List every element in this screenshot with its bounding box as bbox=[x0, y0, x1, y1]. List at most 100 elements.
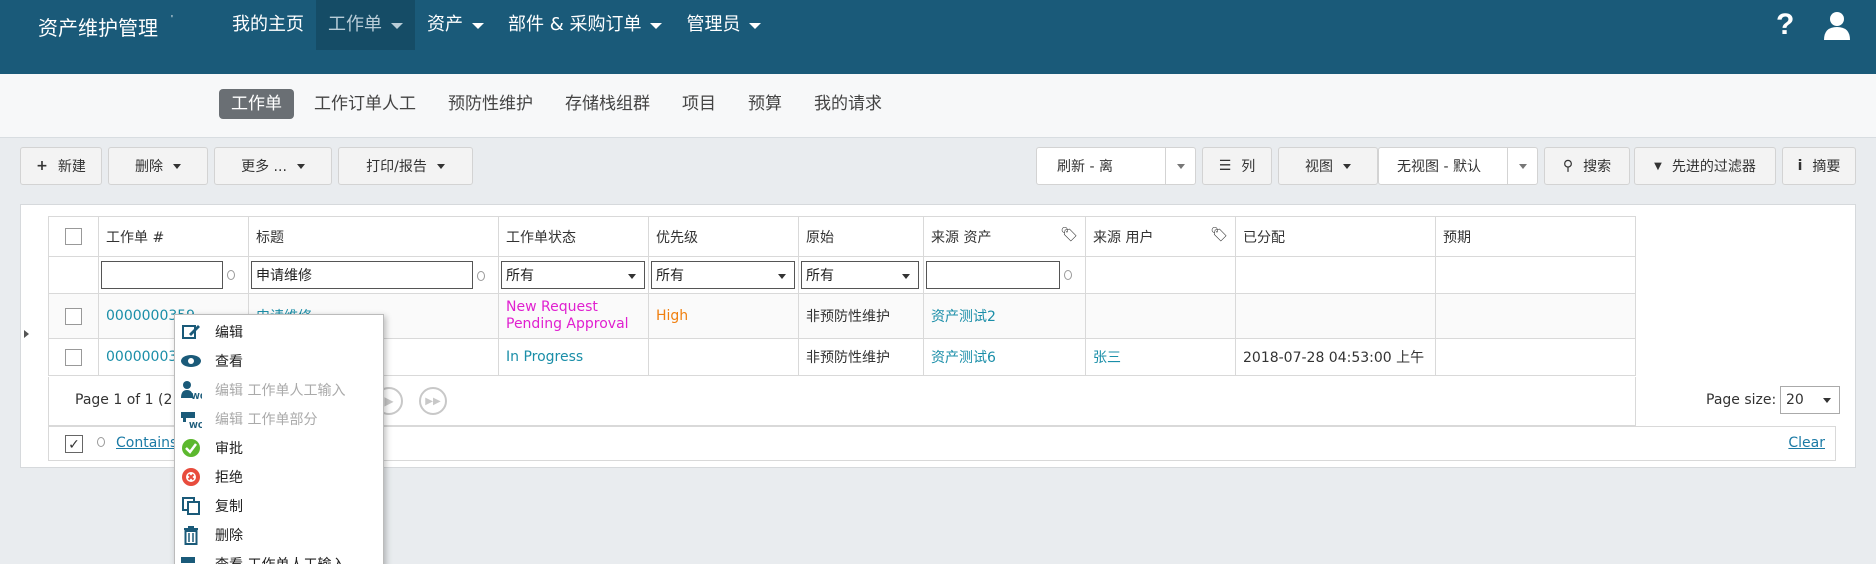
info-icon: i bbox=[1797, 158, 1803, 174]
filter-cell bbox=[98, 256, 249, 294]
view-button[interactable]: 视图 bbox=[1278, 147, 1378, 185]
top-navbar: 资产维护管理 ' 我的主页 工作单 资产 部件 & 采购订单 管理员 ? bbox=[0, 0, 1876, 74]
filter-origin-select[interactable]: 所有 bbox=[801, 261, 919, 289]
assigned-cell bbox=[1235, 293, 1436, 339]
col-origin[interactable]: 原始 bbox=[798, 216, 924, 257]
menu-item-label: 查看 工作单人工输入 bbox=[215, 554, 345, 564]
wo-number-link[interactable]: 00000003 bbox=[106, 349, 177, 365]
tags-icon[interactable]: 🏷 bbox=[1060, 227, 1078, 243]
col-expected[interactable]: 预期 bbox=[1435, 216, 1636, 257]
asset-link[interactable]: 资产测试6 bbox=[931, 350, 996, 366]
chevron-down-icon bbox=[472, 23, 484, 29]
tab-budget[interactable]: 预算 bbox=[736, 89, 794, 119]
nav-work-orders[interactable]: 工作单 bbox=[316, 0, 415, 50]
filter-contains-link[interactable]: Contains bbox=[116, 435, 177, 451]
row-checkbox[interactable] bbox=[65, 348, 82, 366]
select-all-cell bbox=[48, 216, 99, 257]
filter-cell bbox=[1235, 256, 1436, 294]
search-button[interactable]: ⚲ 搜索 bbox=[1544, 147, 1630, 185]
filter-title-input[interactable] bbox=[251, 261, 473, 289]
menu-item-edit-wo-parts[interactable]: WO 编辑 工作单部分 bbox=[175, 404, 383, 433]
view-select[interactable]: 无视图 - 默认 bbox=[1378, 147, 1538, 185]
app-brand[interactable]: 资产维护管理 bbox=[38, 12, 158, 41]
chevron-down-icon bbox=[650, 23, 663, 29]
clear-filter-link[interactable]: Clear bbox=[1788, 435, 1825, 451]
menu-item-edit[interactable]: 编辑 bbox=[175, 317, 383, 346]
menu-item-copy[interactable]: 复制 bbox=[175, 491, 383, 520]
col-status[interactable]: 工作单状态 bbox=[498, 216, 649, 257]
advanced-filter-button[interactable]: ▼ 先进的过滤器 bbox=[1634, 147, 1776, 185]
print-report-label: 打印/报告 bbox=[366, 159, 427, 175]
help-icon[interactable]: ? bbox=[1776, 8, 1794, 42]
chevron-down-icon[interactable] bbox=[1165, 148, 1195, 184]
nav-assets[interactable]: 资产 bbox=[415, 0, 496, 50]
nav-parts-po[interactable]: 部件 & 采购订单 bbox=[496, 0, 674, 50]
user-link[interactable]: 张三 bbox=[1093, 350, 1121, 366]
expand-arrow-icon[interactable] bbox=[24, 330, 29, 338]
columns-button[interactable]: ☰ 列 bbox=[1202, 147, 1272, 185]
asset-link[interactable]: 资产测试2 bbox=[931, 309, 996, 325]
wo-labor-icon: WO bbox=[179, 380, 203, 400]
brand-mark: ' bbox=[171, 14, 173, 25]
page-size-label: Page size: bbox=[1706, 392, 1777, 408]
plus-icon: + bbox=[36, 158, 48, 174]
nav-home[interactable]: 我的主页 bbox=[220, 0, 316, 50]
filter-cell bbox=[923, 256, 1086, 294]
nav-admin[interactable]: 管理员 bbox=[674, 0, 773, 50]
list-icon: ☰ bbox=[1218, 158, 1232, 174]
user-icon[interactable] bbox=[1822, 10, 1852, 40]
filter-wo-number-input[interactable] bbox=[101, 261, 223, 289]
filter-priority-select[interactable]: 所有 bbox=[651, 261, 795, 289]
chevron-down-icon bbox=[391, 23, 403, 29]
menu-item-delete[interactable]: 删除 bbox=[175, 520, 383, 549]
menu-item-view-wo-labor[interactable]: WO 查看 工作单人工输入 bbox=[175, 549, 383, 564]
filter-pin-icon[interactable] bbox=[1064, 270, 1072, 280]
col-wo-number[interactable]: 工作单 # bbox=[98, 216, 249, 257]
tab-my-requests[interactable]: 我的请求 bbox=[802, 89, 894, 119]
summary-button[interactable]: i 摘要 bbox=[1782, 147, 1856, 185]
col-assigned[interactable]: 已分配 bbox=[1235, 216, 1436, 257]
filter-pin-icon[interactable] bbox=[477, 271, 485, 281]
menu-item-approve[interactable]: 审批 bbox=[175, 433, 383, 462]
menu-item-edit-wo-labor[interactable]: WO 编辑 工作单人工输入 bbox=[175, 375, 383, 404]
refresh-select[interactable]: 刷新 - 离 bbox=[1036, 147, 1196, 185]
col-title[interactable]: 标题 bbox=[248, 216, 499, 257]
menu-item-reject[interactable]: 拒绝 bbox=[175, 462, 383, 491]
filter-cell: 所有 bbox=[648, 256, 799, 294]
new-button[interactable]: + 新建 bbox=[20, 147, 102, 185]
filter-pin-icon[interactable] bbox=[227, 270, 235, 280]
columns-button-label: 列 bbox=[1241, 159, 1256, 175]
nav-parts-po-label: 部件 & 采购订单 bbox=[508, 14, 642, 35]
chevron-down-icon bbox=[749, 23, 762, 29]
tab-wo-labor[interactable]: 工作订单人工 bbox=[302, 89, 428, 119]
menu-item-label: 复制 bbox=[215, 498, 243, 515]
delete-button[interactable]: 删除 bbox=[108, 147, 208, 185]
refresh-select-value: 刷新 - 离 bbox=[1057, 159, 1113, 175]
filter-enable-checkbox[interactable]: ✓ bbox=[65, 435, 83, 453]
last-page-icon[interactable]: ▶▶ bbox=[419, 387, 447, 415]
nav-work-orders-label: 工作单 bbox=[328, 14, 382, 35]
page-size-select[interactable]: 20 bbox=[1780, 386, 1840, 414]
status-text-line1: New Request bbox=[506, 299, 598, 315]
chevron-down-icon[interactable] bbox=[1507, 148, 1537, 184]
tab-projects[interactable]: 项目 bbox=[670, 89, 728, 119]
filter-status-select[interactable]: 所有 bbox=[501, 261, 645, 289]
user-cell: 张三 bbox=[1085, 338, 1236, 376]
select-all-checkbox[interactable] bbox=[65, 228, 82, 245]
edit-icon bbox=[179, 322, 203, 342]
menu-item-view[interactable]: 查看 bbox=[175, 346, 383, 375]
assigned-cell: 2018-07-28 04:53:00 上午 bbox=[1235, 338, 1436, 376]
more-button[interactable]: 更多 ... bbox=[214, 147, 332, 185]
col-priority[interactable]: 优先级 bbox=[648, 216, 799, 257]
tags-icon[interactable]: 🏷 bbox=[1210, 227, 1228, 243]
print-report-button[interactable]: 打印/报告 bbox=[338, 147, 473, 185]
tab-stack-groups[interactable]: 存储栈组群 bbox=[553, 89, 662, 119]
reject-icon bbox=[179, 467, 203, 487]
col-source-user[interactable]: 来源 用户 🏷 bbox=[1085, 216, 1236, 257]
col-source-asset[interactable]: 来源 资产 🏷 bbox=[923, 216, 1086, 257]
tab-pm[interactable]: 预防性维护 bbox=[436, 89, 545, 119]
col-source-asset-label: 来源 资产 bbox=[931, 229, 992, 246]
row-checkbox[interactable] bbox=[65, 307, 82, 325]
filter-asset-input[interactable] bbox=[926, 261, 1060, 289]
tab-work-orders[interactable]: 工作单 bbox=[219, 89, 294, 119]
